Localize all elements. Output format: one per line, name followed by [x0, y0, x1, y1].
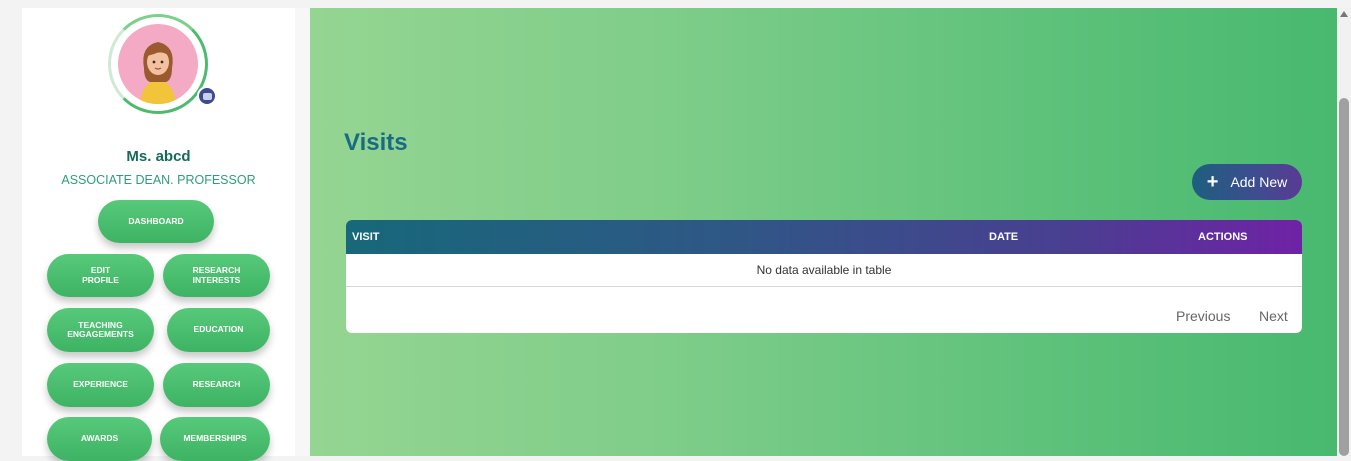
add-new-label: Add New — [1230, 174, 1288, 190]
page-title: Visits — [344, 129, 408, 156]
awards-button[interactable]: AWARDS — [47, 417, 152, 461]
avatar-illustration — [140, 42, 176, 104]
avatar[interactable] — [118, 24, 198, 104]
research-interests-button[interactable]: RESEARCH INTERESTS — [163, 254, 270, 297]
edit-profile-button[interactable]: EDIT PROFILE — [47, 254, 154, 297]
visits-table: VISIT DATE ACTIONS No data available in … — [346, 220, 1302, 333]
column-header-date[interactable]: DATE — [989, 231, 1018, 243]
top-strip — [0, 0, 1351, 8]
user-name: Ms. abcd — [126, 148, 191, 165]
plus-icon: + — [1206, 171, 1219, 193]
previous-page-button[interactable]: Previous — [1176, 308, 1230, 324]
education-button[interactable]: EDUCATION — [167, 308, 270, 352]
column-header-actions[interactable]: ACTIONS — [1198, 231, 1248, 243]
empty-table-message: No data available in table — [346, 254, 1302, 287]
table-header: VISIT DATE ACTIONS — [346, 220, 1302, 254]
scroll-up-arrow-icon[interactable] — [1340, 11, 1348, 17]
experience-button[interactable]: EXPERIENCE — [47, 363, 154, 407]
memberships-button[interactable]: MEMBERSHIPS — [160, 417, 270, 461]
teaching-engagements-button[interactable]: TEACHING ENGAGEMENTS — [47, 308, 154, 352]
dashboard-button[interactable]: DASHBOARD — [98, 200, 214, 243]
research-button[interactable]: RESEARCH — [163, 363, 270, 407]
vertical-scrollbar[interactable] — [1337, 8, 1351, 456]
scroll-thumb[interactable] — [1339, 98, 1349, 456]
camera-icon[interactable] — [197, 86, 217, 106]
sidebar-gutter — [295, 8, 310, 456]
column-header-visit[interactable]: VISIT — [352, 231, 380, 243]
sidebar: Ms. abcd ASSOCIATE DEAN. PROFESSOR DASHB… — [22, 8, 295, 461]
user-title: ASSOCIATE DEAN. PROFESSOR — [61, 173, 256, 187]
next-page-button[interactable]: Next — [1259, 308, 1288, 324]
add-new-button[interactable]: + Add New — [1192, 164, 1302, 200]
